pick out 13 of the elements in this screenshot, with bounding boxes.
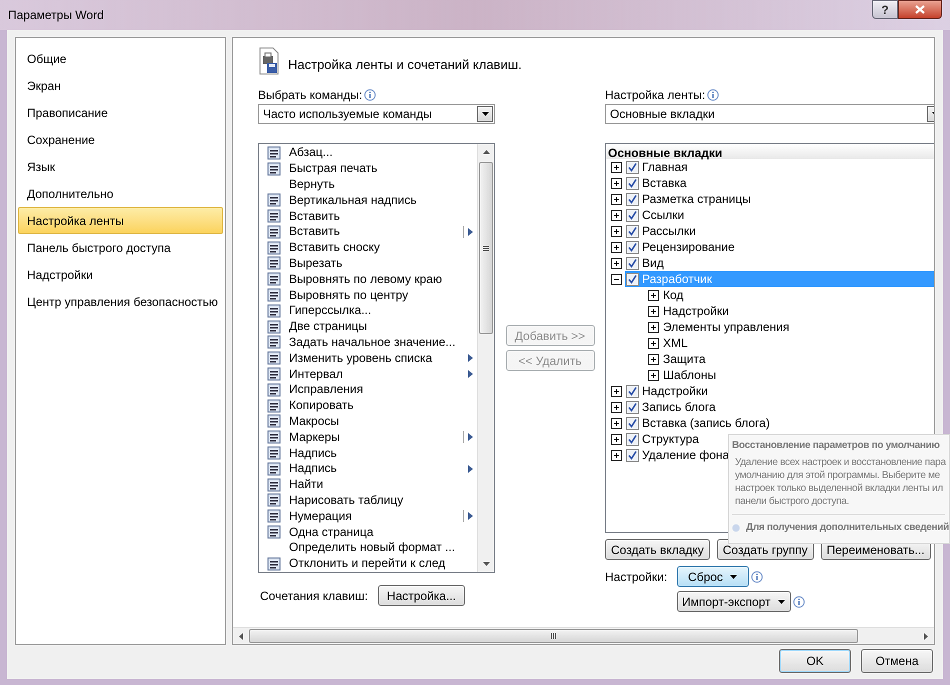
tooltip-text: умолчанию для этой программы. Выберите ме [735, 469, 941, 482]
tooltip-text: настроек только выделенной вкладки ленты ил [735, 482, 944, 495]
tooltip-help: Для получения дополнительных сведений [746, 521, 949, 535]
field-label: Сочетания клавиш: [260, 588, 368, 604]
field-label: Настройки: [605, 568, 668, 586]
window-title: Параметры Word [8, 7, 104, 24]
tooltip-text: Удаление всех настроек и восстановление пара [735, 456, 947, 469]
tooltip-title: Восстановление параметров по умолчанию [732, 439, 941, 453]
field-label: Настройка ленты: [605, 87, 706, 104]
field-label: Выбрать команды: [258, 87, 362, 104]
section-heading: Настройка ленты и сочетаний клавиш. [288, 56, 522, 74]
tree-header: Основные вкладки [606, 144, 934, 159]
tooltip-text: панели быстрого доступа. [735, 495, 850, 508]
